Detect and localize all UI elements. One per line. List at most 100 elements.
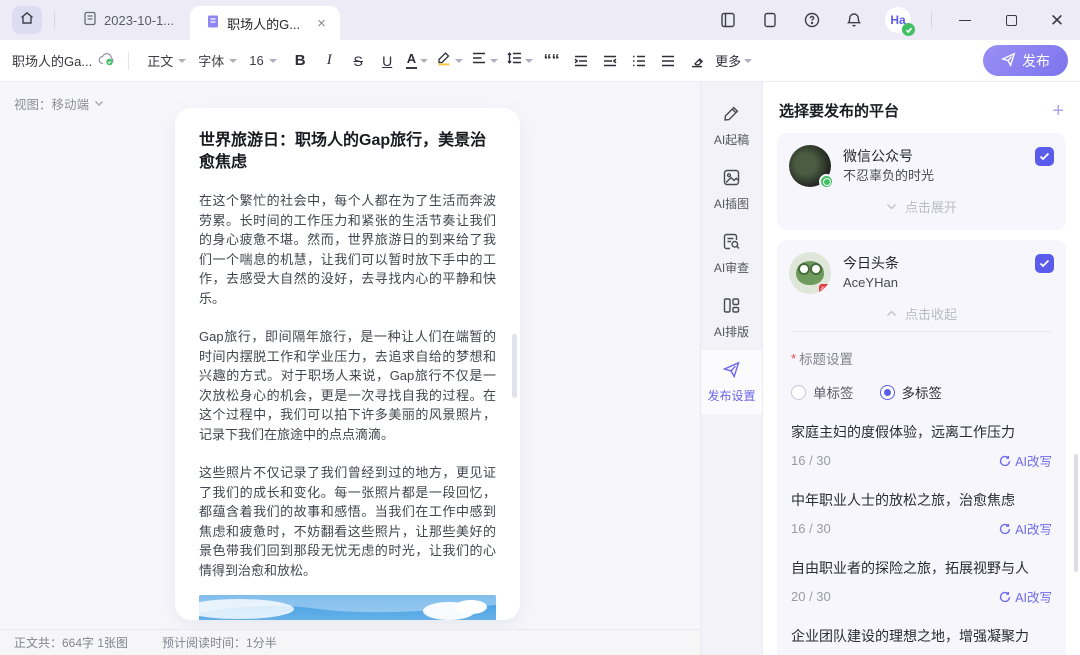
strikethrough-button[interactable]: S bbox=[345, 47, 372, 75]
platform-name: 微信公众号 bbox=[843, 145, 934, 166]
check-icon bbox=[1039, 152, 1050, 161]
tab-recent-doc[interactable]: 2023-10-1... bbox=[67, 0, 190, 40]
article-paragraph: 在这个繁忙的社会中，每个人都在为了生活而奔波劳累。长时间的工作压力和紧张的生活节… bbox=[199, 191, 496, 308]
tab-current-doc[interactable]: 职场人的G... × bbox=[190, 6, 340, 40]
rail-item-ai-review[interactable]: AI审查 bbox=[701, 222, 762, 286]
panel-header: 选择要发布的平台 + bbox=[777, 96, 1066, 133]
platform-card-toutiao[interactable]: 头条 今日头条 AceYHan 点击收起 * 标题设置 bbox=[777, 240, 1066, 655]
align-button[interactable] bbox=[468, 47, 501, 75]
platform-checkbox[interactable] bbox=[1035, 147, 1054, 166]
refresh-icon bbox=[999, 523, 1011, 535]
editor-scrollbar[interactable] bbox=[512, 334, 517, 398]
help-icon[interactable] bbox=[801, 9, 823, 31]
add-platform-icon[interactable]: + bbox=[1052, 101, 1064, 121]
font-size-dropdown[interactable]: 16 bbox=[243, 49, 282, 72]
divider bbox=[791, 331, 1052, 332]
wechat-avatar bbox=[789, 145, 831, 187]
paragraph-style-dropdown[interactable]: 正文 bbox=[141, 47, 192, 74]
maximize-button[interactable] bbox=[998, 7, 1024, 33]
minimize-button[interactable] bbox=[952, 7, 978, 33]
check-icon bbox=[1039, 259, 1050, 268]
highlighter-icon bbox=[436, 50, 452, 71]
cloud-sync-icon bbox=[98, 52, 116, 69]
titlebar-actions: Ha ✕ bbox=[717, 0, 1070, 40]
article-title: 世界旅游日：职场人的Gap旅行，美景治愈焦虑 bbox=[199, 130, 496, 174]
panel-scrollbar[interactable] bbox=[1074, 454, 1078, 572]
view-mode-dropdown[interactable]: 视图：移动端 bbox=[14, 94, 104, 113]
rail-item-publish-settings[interactable]: 发布设置 bbox=[701, 350, 762, 414]
bold-button[interactable]: B bbox=[287, 47, 314, 75]
publish-button[interactable]: 发布 bbox=[983, 45, 1068, 76]
journal-icon[interactable] bbox=[717, 9, 739, 31]
platform-card-wechat[interactable]: 微信公众号 不忍辜负的时光 点击展开 bbox=[777, 133, 1066, 230]
expand-toggle[interactable]: 点击展开 bbox=[789, 187, 1054, 222]
underline-button[interactable]: U bbox=[374, 47, 401, 75]
italic-button[interactable]: I bbox=[316, 47, 343, 75]
radio-single-tag[interactable]: 单标签 bbox=[791, 382, 854, 402]
radio-multi-tag[interactable]: 多标签 bbox=[880, 382, 943, 402]
indent-button[interactable] bbox=[567, 47, 594, 75]
radio-icon bbox=[791, 385, 806, 400]
publish-settings-panel: 选择要发布的平台 + 微信公众号 不忍辜负的时光 bbox=[762, 82, 1080, 655]
toutiao-avatar: 头条 bbox=[789, 252, 831, 294]
chevron-down-icon bbox=[420, 59, 428, 63]
outdent-button[interactable] bbox=[596, 47, 623, 75]
ai-rewrite-button[interactable]: AI改写 bbox=[999, 519, 1052, 538]
title-option-2[interactable]: 中年职业人士的放松之旅，治愈焦虑 16 / 30 AI改写 bbox=[791, 490, 1052, 538]
font-family-dropdown[interactable]: 字体 bbox=[192, 47, 243, 74]
unordered-list-button[interactable] bbox=[654, 47, 681, 75]
tab-label: 职场人的G... bbox=[227, 14, 300, 33]
title-option-4[interactable]: 企业团队建设的理想之地，增强凝聚力 22 / 30 AI改写 bbox=[791, 626, 1052, 655]
divider bbox=[54, 12, 55, 28]
collapse-toggle[interactable]: 点击收起 bbox=[789, 294, 1054, 329]
char-count: 20 / 30 bbox=[791, 589, 831, 604]
close-icon[interactable]: × bbox=[317, 16, 326, 31]
char-count: 16 / 30 bbox=[791, 453, 831, 468]
rail-item-ai-layout[interactable]: AI排版 bbox=[701, 286, 762, 350]
home-button[interactable] bbox=[12, 6, 42, 34]
title-option-3[interactable]: 自由职业者的探险之旅，拓展视野与人 20 / 30 AI改写 bbox=[791, 558, 1052, 606]
toutiao-badge: 头条 bbox=[819, 284, 831, 294]
ai-rewrite-button[interactable]: AI改写 bbox=[999, 451, 1052, 470]
more-dropdown[interactable]: 更多 bbox=[712, 47, 755, 75]
article-preview-card[interactable]: 世界旅游日：职场人的Gap旅行，美景治愈焦虑 在这个繁忙的社会中，每个人都在为了… bbox=[175, 108, 520, 620]
home-icon bbox=[19, 10, 35, 31]
tab-label: 2023-10-1... bbox=[104, 13, 174, 28]
refresh-icon bbox=[999, 591, 1011, 603]
refresh-icon bbox=[999, 455, 1011, 467]
platform-checkbox[interactable] bbox=[1035, 254, 1054, 273]
window-close-button[interactable]: ✕ bbox=[1044, 7, 1070, 33]
wechat-badge-icon bbox=[819, 174, 834, 189]
title-settings-label: * 标题设置 bbox=[791, 348, 1052, 368]
article-paragraph: Gap旅行，即间隔年旅行，是一种让人们在端暂的时间内摆脱工作和学业压力，去追求自… bbox=[199, 327, 496, 444]
radio-icon bbox=[880, 385, 895, 400]
rail-item-ai-draft[interactable]: AI起稿 bbox=[701, 94, 762, 158]
chevron-down-icon bbox=[269, 59, 277, 63]
document-icon bbox=[206, 14, 220, 32]
font-color-button[interactable]: A bbox=[403, 47, 431, 75]
statusbar: 正文共：664字 1张图 预计阅读时间：1分半 bbox=[0, 629, 700, 655]
article-paragraph: 这些照片不仅记录了我们曾经到过的地方，更见证了我们的成长和变化。每一张照片都是一… bbox=[199, 463, 496, 580]
send-icon bbox=[722, 360, 741, 382]
bell-icon[interactable] bbox=[843, 9, 865, 31]
line-height-button[interactable] bbox=[503, 47, 536, 75]
platform-row: 微信公众号 不忍辜负的时光 bbox=[789, 145, 1054, 187]
paper-plane-icon bbox=[1001, 52, 1016, 70]
ai-rewrite-button[interactable]: AI改写 bbox=[999, 587, 1052, 606]
clear-format-button[interactable] bbox=[683, 47, 710, 75]
rail-item-ai-illustration[interactable]: AI插图 bbox=[701, 158, 762, 222]
chevron-down-icon bbox=[525, 59, 533, 63]
blockquote-button[interactable]: ““ bbox=[538, 47, 565, 75]
divider bbox=[931, 12, 932, 28]
ordered-list-button[interactable] bbox=[625, 47, 652, 75]
chevron-down-icon bbox=[229, 59, 237, 63]
device-icon[interactable] bbox=[759, 9, 781, 31]
required-asterisk: * bbox=[791, 351, 796, 366]
title-option-1[interactable]: 家庭主妇的度假体验，远离工作压力 16 / 30 AI改写 bbox=[791, 422, 1052, 470]
user-avatar[interactable]: Ha bbox=[885, 7, 911, 33]
main-area: 视图：移动端 世界旅游日：职场人的Gap旅行，美景治愈焦虑 在这个繁忙的社会中，… bbox=[0, 82, 1080, 655]
format-toolbar: 职场人的Ga... 正文 字体 16 B I S U A bbox=[0, 40, 1080, 82]
highlight-button[interactable] bbox=[433, 47, 466, 75]
frog-avatar-art bbox=[796, 261, 824, 285]
font-color-icon: A bbox=[406, 52, 417, 69]
